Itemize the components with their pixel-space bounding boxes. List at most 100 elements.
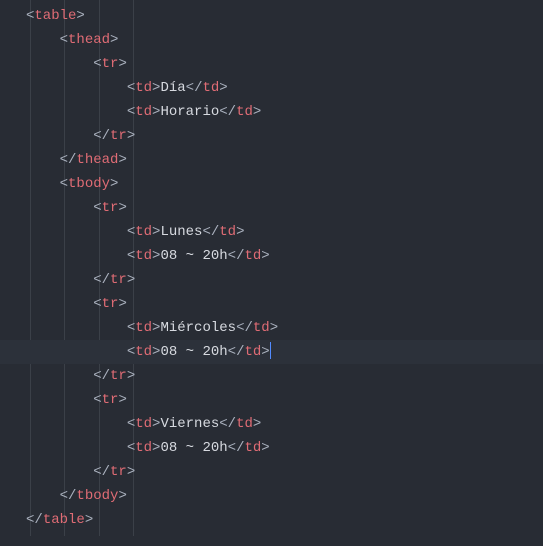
punct-token: >: [270, 320, 278, 336]
punct-token: <: [127, 320, 135, 336]
punct-token: <: [127, 224, 135, 240]
tag-token: td: [202, 80, 219, 96]
tag-token: td: [135, 344, 152, 360]
punct-token: </: [93, 272, 110, 288]
punct-token: <: [127, 104, 135, 120]
tag-token: table: [43, 512, 85, 528]
code-line[interactable]: </tr>: [0, 268, 543, 292]
tag-token: td: [135, 440, 152, 456]
tag-token: td: [135, 248, 152, 264]
punct-token: >: [219, 80, 227, 96]
tag-token: td: [135, 104, 152, 120]
punct-token: </: [228, 344, 245, 360]
tag-token: tr: [110, 128, 127, 144]
punct-token: </: [219, 416, 236, 432]
punct-token: <: [60, 176, 68, 192]
tag-token: tbody: [68, 176, 110, 192]
tag-token: table: [34, 8, 76, 24]
punct-token: <: [93, 200, 101, 216]
punct-token: </: [219, 104, 236, 120]
code-line[interactable]: <tr>: [0, 292, 543, 316]
punct-token: </: [202, 224, 219, 240]
punct-token: >: [253, 104, 261, 120]
tag-token: tr: [110, 272, 127, 288]
code-line[interactable]: <td>08 ~ 20h</td>: [0, 436, 543, 460]
tag-token: td: [135, 80, 152, 96]
tag-token: tr: [110, 368, 127, 384]
punct-token: >: [118, 56, 126, 72]
tag-token: thead: [68, 32, 110, 48]
text-token: Día: [160, 80, 185, 96]
punct-token: >: [118, 392, 126, 408]
punct-token: </: [228, 440, 245, 456]
tag-token: td: [244, 440, 261, 456]
text-token: 08 ~ 20h: [160, 440, 227, 456]
punct-token: >: [76, 8, 84, 24]
punct-token: </: [236, 320, 253, 336]
code-line[interactable]: <td>08 ~ 20h</td>: [0, 340, 543, 364]
punct-token: </: [26, 512, 43, 528]
punct-token: >: [236, 224, 244, 240]
code-line[interactable]: </tr>: [0, 364, 543, 388]
code-line[interactable]: <tr>: [0, 196, 543, 220]
punct-token: >: [127, 128, 135, 144]
code-line[interactable]: <td>Viernes</td>: [0, 412, 543, 436]
punct-token: >: [127, 368, 135, 384]
text-token: 08 ~ 20h: [160, 248, 227, 264]
punct-token: >: [118, 152, 126, 168]
code-line[interactable]: <tr>: [0, 388, 543, 412]
text-token: 08 ~ 20h: [160, 344, 227, 360]
code-line[interactable]: <thead>: [0, 28, 543, 52]
tag-token: tr: [102, 296, 119, 312]
text-token: Horario: [160, 104, 219, 120]
code-line[interactable]: </table>: [0, 508, 543, 532]
code-line[interactable]: </tbody>: [0, 484, 543, 508]
code-line[interactable]: <td>Miércoles</td>: [0, 316, 543, 340]
punct-token: >: [118, 200, 126, 216]
tag-token: td: [236, 416, 253, 432]
punct-token: >: [85, 512, 93, 528]
code-line[interactable]: <td>Lunes</td>: [0, 220, 543, 244]
code-line[interactable]: </tr>: [0, 460, 543, 484]
tag-token: td: [135, 320, 152, 336]
code-line[interactable]: <td>08 ~ 20h</td>: [0, 244, 543, 268]
punct-token: >: [253, 416, 261, 432]
tag-token: td: [135, 416, 152, 432]
code-line[interactable]: </thead>: [0, 148, 543, 172]
punct-token: </: [228, 248, 245, 264]
tag-token: td: [253, 320, 270, 336]
text-cursor: [270, 342, 271, 359]
tag-token: tr: [110, 464, 127, 480]
punct-token: <: [127, 80, 135, 96]
code-editor[interactable]: <table> <thead> <tr> <td>Día</td> <td>Ho…: [0, 0, 543, 536]
code-line[interactable]: <tr>: [0, 52, 543, 76]
text-token: Viernes: [160, 416, 219, 432]
punct-token: <: [93, 56, 101, 72]
code-line[interactable]: <td>Día</td>: [0, 76, 543, 100]
punct-token: </: [186, 80, 203, 96]
punct-token: >: [110, 176, 118, 192]
punct-token: >: [261, 248, 269, 264]
tag-token: thead: [76, 152, 118, 168]
tag-token: tr: [102, 392, 119, 408]
tag-token: td: [135, 224, 152, 240]
punct-token: <: [127, 344, 135, 360]
code-line[interactable]: <td>Horario</td>: [0, 100, 543, 124]
code-line[interactable]: <tbody>: [0, 172, 543, 196]
punct-token: >: [127, 464, 135, 480]
code-line[interactable]: <table>: [0, 4, 543, 28]
punct-token: </: [60, 488, 77, 504]
tag-token: tbody: [76, 488, 118, 504]
punct-token: >: [118, 488, 126, 504]
punct-token: <: [93, 296, 101, 312]
tag-token: td: [244, 344, 261, 360]
punct-token: <: [93, 392, 101, 408]
code-line[interactable]: </tr>: [0, 124, 543, 148]
tag-token: td: [219, 224, 236, 240]
punct-token: </: [93, 368, 110, 384]
tag-token: td: [236, 104, 253, 120]
punct-token: >: [261, 344, 269, 360]
punct-token: >: [261, 440, 269, 456]
punct-token: <: [127, 248, 135, 264]
punct-token: <: [127, 416, 135, 432]
